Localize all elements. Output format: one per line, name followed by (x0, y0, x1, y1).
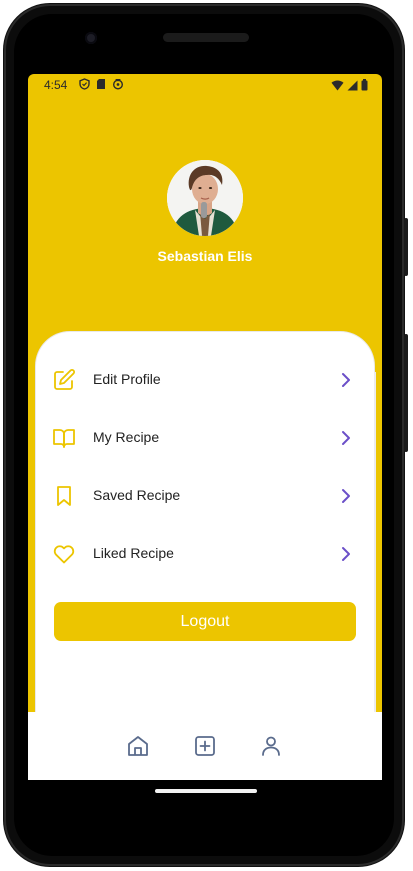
profile-icon[interactable] (259, 734, 283, 758)
menu-item-label: Saved Recipe (93, 487, 181, 503)
user-name: Sebastian Elis (157, 248, 253, 264)
home-icon[interactable] (126, 734, 150, 758)
power-button (404, 218, 408, 276)
card-edge (374, 372, 376, 712)
front-camera (85, 32, 97, 44)
shield-icon (79, 78, 90, 90)
menu-item-edit-profile[interactable]: Edit Profile (36, 360, 374, 400)
add-icon[interactable] (193, 734, 217, 758)
menu-item-my-recipe[interactable]: My Recipe (36, 418, 374, 458)
menu-item-saved-recipe[interactable]: Saved Recipe (36, 476, 374, 516)
wifi-icon (331, 79, 344, 90)
app-screen: 4:54 Sebastian Elis Edit Profile My Reci… (28, 74, 382, 780)
profile-menu-card: Edit Profile My Recipe Saved Recipe Like… (36, 332, 374, 712)
avatar[interactable] (167, 160, 243, 236)
bookmark-icon (57, 486, 71, 506)
system-home-indicator[interactable] (155, 789, 257, 793)
edit-icon (54, 369, 75, 390)
menu-item-label: Edit Profile (93, 371, 161, 387)
logout-button[interactable]: Logout (54, 602, 356, 641)
chevron-right-icon (342, 431, 350, 445)
profile-photo (167, 160, 243, 236)
menu-item-liked-recipe[interactable]: Liked Recipe (36, 534, 374, 574)
book-icon (53, 429, 75, 448)
status-time: 4:54 (44, 78, 68, 92)
earpiece-speaker (163, 33, 249, 42)
status-icons-right (331, 79, 368, 91)
chevron-right-icon (342, 547, 350, 561)
heart-icon (53, 545, 75, 564)
menu-item-label: Liked Recipe (93, 545, 174, 561)
chevron-right-icon (342, 489, 350, 503)
chevron-right-icon (342, 373, 350, 387)
volume-button (404, 334, 408, 452)
status-icons-left (79, 78, 124, 90)
status-bar: 4:54 (28, 74, 382, 96)
cell-signal-icon (347, 80, 358, 90)
battery-icon (361, 79, 368, 91)
bottom-nav (28, 712, 382, 780)
sync-icon (112, 79, 124, 90)
menu-item-label: My Recipe (93, 429, 160, 445)
sd-card-icon (97, 79, 105, 89)
